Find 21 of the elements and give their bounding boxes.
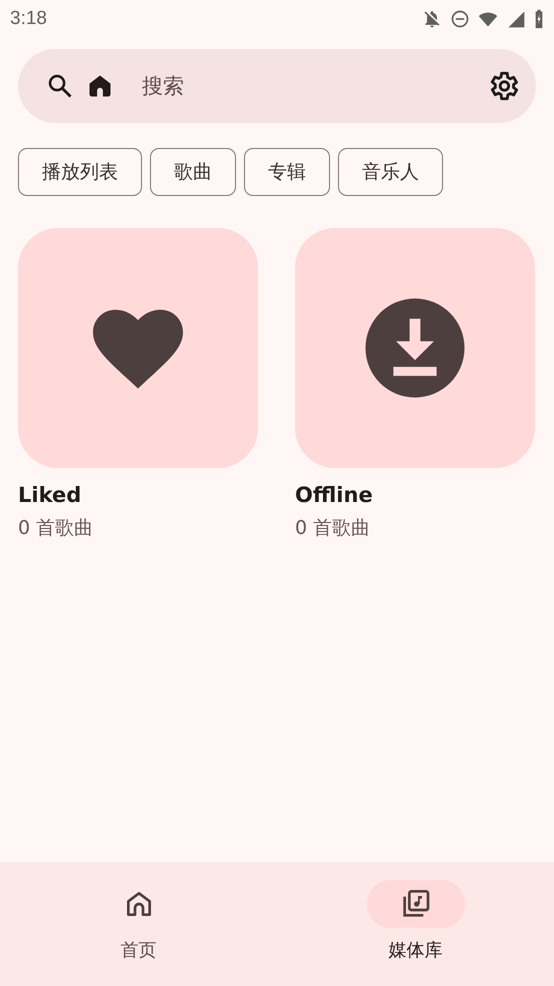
song-count: 0 首歌曲 — [18, 516, 94, 541]
filter-chip[interactable]: 专辑 — [244, 148, 330, 196]
signal-icon — [506, 9, 526, 29]
nav-indicator[interactable] — [366, 880, 464, 928]
filter-chip[interactable]: 播放列表 — [18, 148, 142, 196]
search-bar[interactable]: 搜索 — [18, 49, 536, 123]
collection-tile[interactable] — [295, 228, 535, 468]
search-icon[interactable] — [46, 72, 74, 100]
nav-label[interactable]: 首页 — [120, 938, 156, 962]
filter-chip[interactable]: 歌曲 — [150, 148, 236, 196]
filter-chip[interactable]: 音乐人 — [338, 148, 443, 196]
collection-title: Liked — [18, 483, 82, 507]
nav-label[interactable]: 媒体库 — [388, 938, 442, 962]
do-not-disturb-icon — [450, 9, 470, 29]
collection-tile[interactable] — [18, 228, 258, 468]
battery-charging-icon — [534, 8, 544, 30]
bell-off-icon — [422, 9, 442, 29]
clock-time: 3:18 — [10, 8, 47, 30]
search-placeholder: 搜索 — [142, 73, 185, 100]
collection-title: Offline — [295, 483, 374, 507]
song-count: 0 首歌曲 — [295, 516, 372, 541]
